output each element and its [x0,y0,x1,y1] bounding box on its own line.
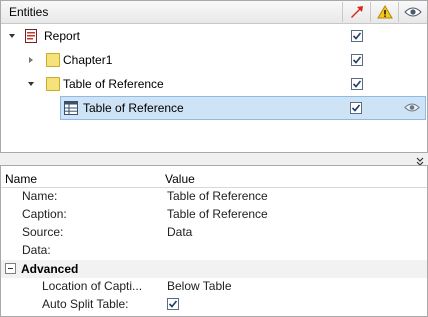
collapse-arrow-icon[interactable] [7,31,17,41]
folder-icon [46,53,60,67]
tree-row-report[interactable]: Report [2,24,426,48]
row-checkbox[interactable] [351,54,363,66]
tree-label: Chapter1 [63,53,113,67]
section-title: Advanced [21,262,79,276]
entities-panel: Entities Report Chapter1 Table of Refere… [0,0,428,153]
property-value[interactable]: Table of Reference [167,189,268,203]
panel-splitter[interactable] [0,153,428,167]
eye-icon[interactable] [404,102,420,116]
properties-panel: Name Value Name: Table of Reference Capt… [0,165,428,317]
entities-title: Entities [9,5,49,19]
expand-arrow-icon[interactable] [26,55,36,65]
auto-split-checkbox[interactable] [167,298,179,310]
red-arrow-icon[interactable] [342,2,370,22]
property-value[interactable]: Below Table [167,279,232,293]
column-header-value: Value [165,172,195,186]
row-checkbox[interactable] [351,78,363,90]
collapse-arrow-icon[interactable] [26,79,36,89]
property-label: Name: [22,189,58,203]
table-icon [64,101,78,118]
tree-label: Table of Reference [63,77,164,91]
property-label: Auto Split Table: [42,297,129,311]
collapse-box-icon[interactable] [5,263,16,274]
property-row-data[interactable]: Data: [1,243,427,261]
folder-icon [46,77,60,91]
tree-label: Table of Reference [83,101,184,115]
row-checkbox[interactable] [350,102,362,114]
column-header-name: Name [5,172,38,186]
row-checkbox[interactable] [351,30,363,42]
eye-icon[interactable] [398,2,426,22]
property-row-source[interactable]: Source: Data [1,225,427,243]
tree-row-table-of-reference-selected[interactable]: Table of Reference [60,96,426,120]
tree-label: Report [44,29,81,43]
property-value[interactable]: Data [167,225,192,239]
property-row-name[interactable]: Name: Table of Reference [1,189,427,207]
property-label: Source: [22,225,64,239]
report-icon [25,29,37,46]
property-row-caption[interactable]: Caption: Table of Reference [1,207,427,225]
property-label: Caption: [22,207,67,221]
property-label: Data: [22,243,51,257]
properties-header: Name Value [1,172,427,188]
property-row-auto-split-table[interactable]: Auto Split Table: [1,297,427,315]
entities-header: Entities [1,1,427,24]
property-row-location-of-caption[interactable]: Location of Capti... Below Table [1,279,427,297]
warning-icon[interactable] [370,2,398,22]
tree-row-chapter1[interactable]: Chapter1 [2,48,426,72]
property-value[interactable]: Table of Reference [167,207,268,221]
property-label: Location of Capti... [42,279,143,293]
tree-row-table-of-reference-folder[interactable]: Table of Reference [2,72,426,96]
section-advanced[interactable]: Advanced [1,260,427,278]
